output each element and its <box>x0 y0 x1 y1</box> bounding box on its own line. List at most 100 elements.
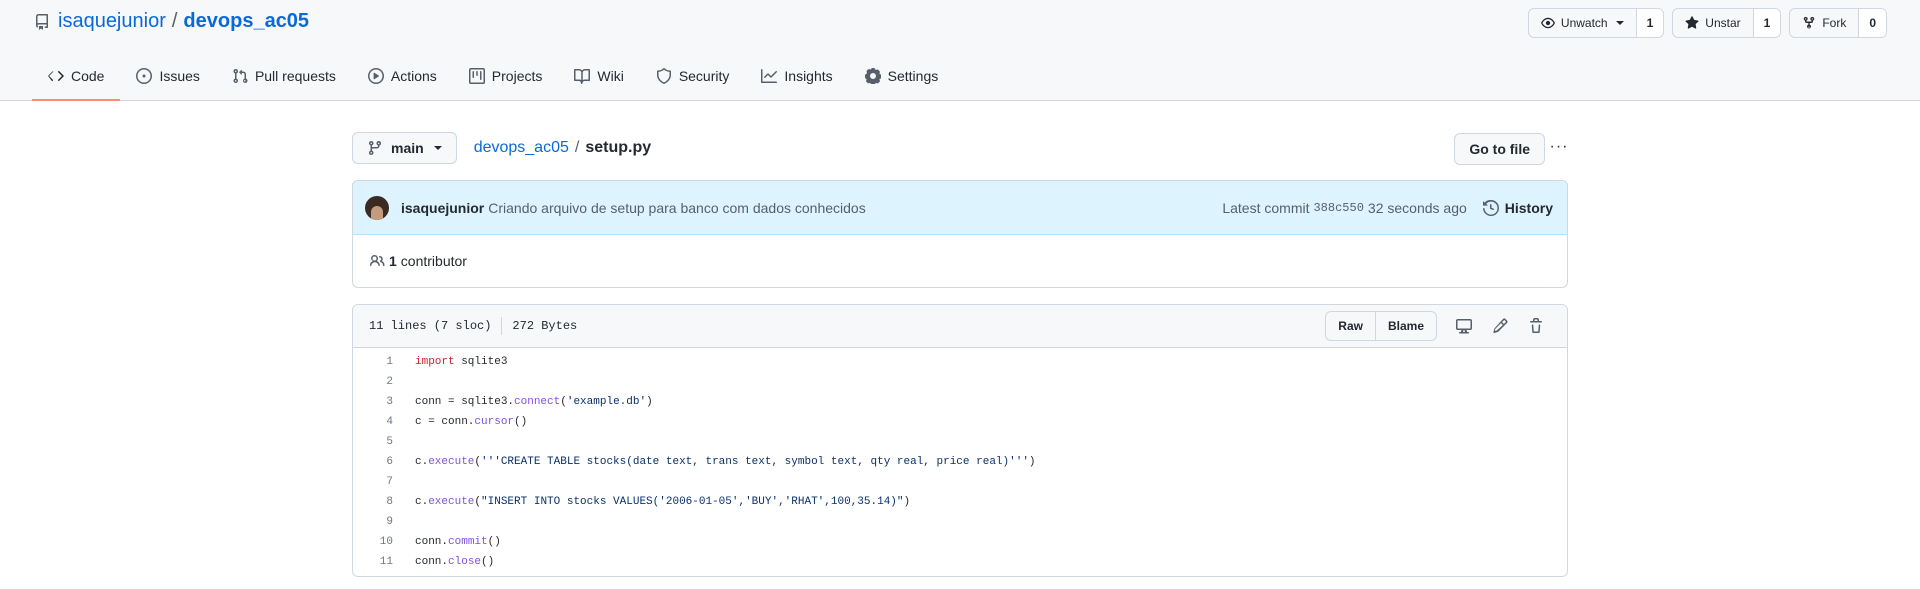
eye-icon <box>1540 17 1555 29</box>
fork-count[interactable]: 0 <box>1859 9 1886 37</box>
code-line: 5 <box>353 432 1567 452</box>
tab-code[interactable]: Code <box>32 52 121 101</box>
issue-icon <box>136 68 153 84</box>
contributors-row[interactable]: 1 contributor <box>353 235 1567 287</box>
breadcrumb-separator: / <box>574 139 580 156</box>
latest-commit-label: Latest commit <box>1222 199 1310 216</box>
fork-label: Fork <box>1822 16 1847 30</box>
go-to-file-button[interactable]: Go to file <box>1454 133 1545 165</box>
repo-actions: Unwatch 1 Unstar 1 Fork 0 <box>1527 8 1887 38</box>
unstar-label: Unstar <box>1705 16 1741 30</box>
line-number[interactable]: 7 <box>353 476 415 488</box>
code-view: 1 import sqlite3 2 3 conn = sqlite3.connect(… <box>353 348 1567 576</box>
commit-sha-link[interactable]: 388c550 <box>1313 201 1363 215</box>
breadcrumb-file-name: setup.py <box>585 139 652 156</box>
file-lines-info: 11 lines (7 sloc) <box>369 319 492 333</box>
line-number[interactable]: 8 <box>353 496 415 508</box>
play-icon <box>367 68 384 84</box>
delete-button[interactable] <box>1521 312 1551 340</box>
tab-insights[interactable]: Insights <box>745 52 848 100</box>
commit-bar: isaquejunior Criando arquivo de setup pa… <box>353 181 1567 235</box>
commit-meta: Latest commit 388c550 32 seconds ago His… <box>1222 199 1553 216</box>
tab-label: Settings <box>887 68 939 84</box>
line-number[interactable]: 4 <box>353 416 415 428</box>
commit-message[interactable]: Criando arquivo de setup para banco com … <box>488 200 865 216</box>
line-content: conn.close() <box>415 556 495 568</box>
pull-request-icon <box>233 68 248 84</box>
fork-button[interactable]: Fork <box>1790 9 1860 37</box>
repo-nav-tabs: Code Issues Pull requests Actions Projec… <box>32 52 955 101</box>
unstar-button[interactable]: Unstar <box>1673 9 1754 37</box>
watch-count[interactable]: 1 <box>1636 9 1664 37</box>
tab-wiki[interactable]: Wiki <box>558 52 639 100</box>
star-button-group: Unstar 1 <box>1672 8 1782 38</box>
edit-button[interactable] <box>1485 312 1515 340</box>
line-number[interactable]: 11 <box>353 556 415 568</box>
code-icon <box>48 71 64 81</box>
tab-actions[interactable]: Actions <box>352 52 453 100</box>
file-content-box: 11 lines (7 sloc) 272 Bytes Raw Blame 1 <box>352 304 1568 577</box>
tab-security[interactable]: Security <box>640 52 746 100</box>
breadcrumb-repo-link[interactable]: devops_ac05 <box>474 139 569 157</box>
file-actions: Raw Blame <box>1325 311 1551 341</box>
branch-icon <box>369 140 381 156</box>
branch-selector[interactable]: main <box>352 132 457 164</box>
file-size-info: 272 Bytes <box>512 319 578 333</box>
people-icon <box>369 255 385 267</box>
pencil-icon <box>1493 318 1508 333</box>
line-number[interactable]: 10 <box>353 536 415 548</box>
unwatch-label: Unwatch <box>1560 16 1608 30</box>
line-number[interactable]: 2 <box>353 376 415 388</box>
avatar[interactable] <box>365 195 389 220</box>
line-number[interactable]: 5 <box>353 436 415 448</box>
shield-icon <box>656 68 671 84</box>
raw-button[interactable]: Raw <box>1326 312 1375 340</box>
tab-pull-requests[interactable]: Pull requests <box>216 52 352 100</box>
line-content: c = conn.cursor() <box>415 416 528 428</box>
book-icon <box>574 69 591 84</box>
watch-button-group: Unwatch 1 <box>1527 8 1665 38</box>
line-number[interactable]: 6 <box>353 456 415 468</box>
tab-projects[interactable]: Projects <box>453 52 559 100</box>
desktop-button[interactable] <box>1449 312 1479 340</box>
line-content: c.execute('''CREATE TABLE stocks(date te… <box>415 456 1036 468</box>
tab-label: Security <box>678 68 730 84</box>
code-line: 1 import sqlite3 <box>353 352 1567 372</box>
line-number[interactable]: 1 <box>353 356 415 368</box>
line-number[interactable]: 3 <box>353 396 415 408</box>
avatar-face <box>371 205 383 220</box>
raw-blame-group: Raw Blame <box>1325 311 1437 341</box>
tab-label: Insights <box>784 68 833 84</box>
line-content: c.execute("INSERT INTO stocks VALUES('20… <box>415 496 911 508</box>
tab-label: Actions <box>390 68 437 84</box>
line-content: import sqlite3 <box>415 356 508 368</box>
commit-time: 32 seconds ago <box>1367 199 1467 216</box>
star-icon <box>1685 16 1699 29</box>
branch-name: main <box>391 140 424 156</box>
tab-settings[interactable]: Settings <box>849 52 955 100</box>
gear-icon <box>864 68 881 84</box>
unwatch-button[interactable]: Unwatch <box>1529 9 1637 37</box>
line-number[interactable]: 9 <box>353 516 415 528</box>
fork-button-group: Fork 0 <box>1789 8 1887 38</box>
more-options-button[interactable]: ··· <box>1550 132 1568 162</box>
blame-button[interactable]: Blame <box>1374 312 1436 340</box>
chevron-down-icon <box>433 146 442 150</box>
repo-name-link[interactable]: devops_ac05 <box>183 10 309 33</box>
tab-issues[interactable]: Issues <box>120 52 215 100</box>
tab-label: Projects <box>491 68 543 84</box>
file-view: main devops_ac05 / setup.py Go to file ·… <box>352 132 1568 577</box>
history-icon <box>1482 199 1499 216</box>
project-icon <box>468 68 485 84</box>
contributor-label: contributor <box>400 253 467 269</box>
history-link[interactable]: History <box>1482 199 1553 216</box>
repo-owner-link[interactable]: isaquejunior <box>58 10 166 33</box>
repo-header: isaquejunior / devops_ac05 Unwatch 1 Uns… <box>0 0 1920 101</box>
contributor-count: 1 <box>389 253 397 269</box>
fork-icon <box>1804 16 1815 29</box>
commit-author-link[interactable]: isaquejunior <box>401 200 484 216</box>
code-line: 8 c.execute("INSERT INTO stocks VALUES('2… <box>353 492 1567 512</box>
star-count[interactable]: 1 <box>1753 9 1781 37</box>
graph-icon <box>761 69 778 83</box>
code-line: 9 <box>353 512 1567 532</box>
